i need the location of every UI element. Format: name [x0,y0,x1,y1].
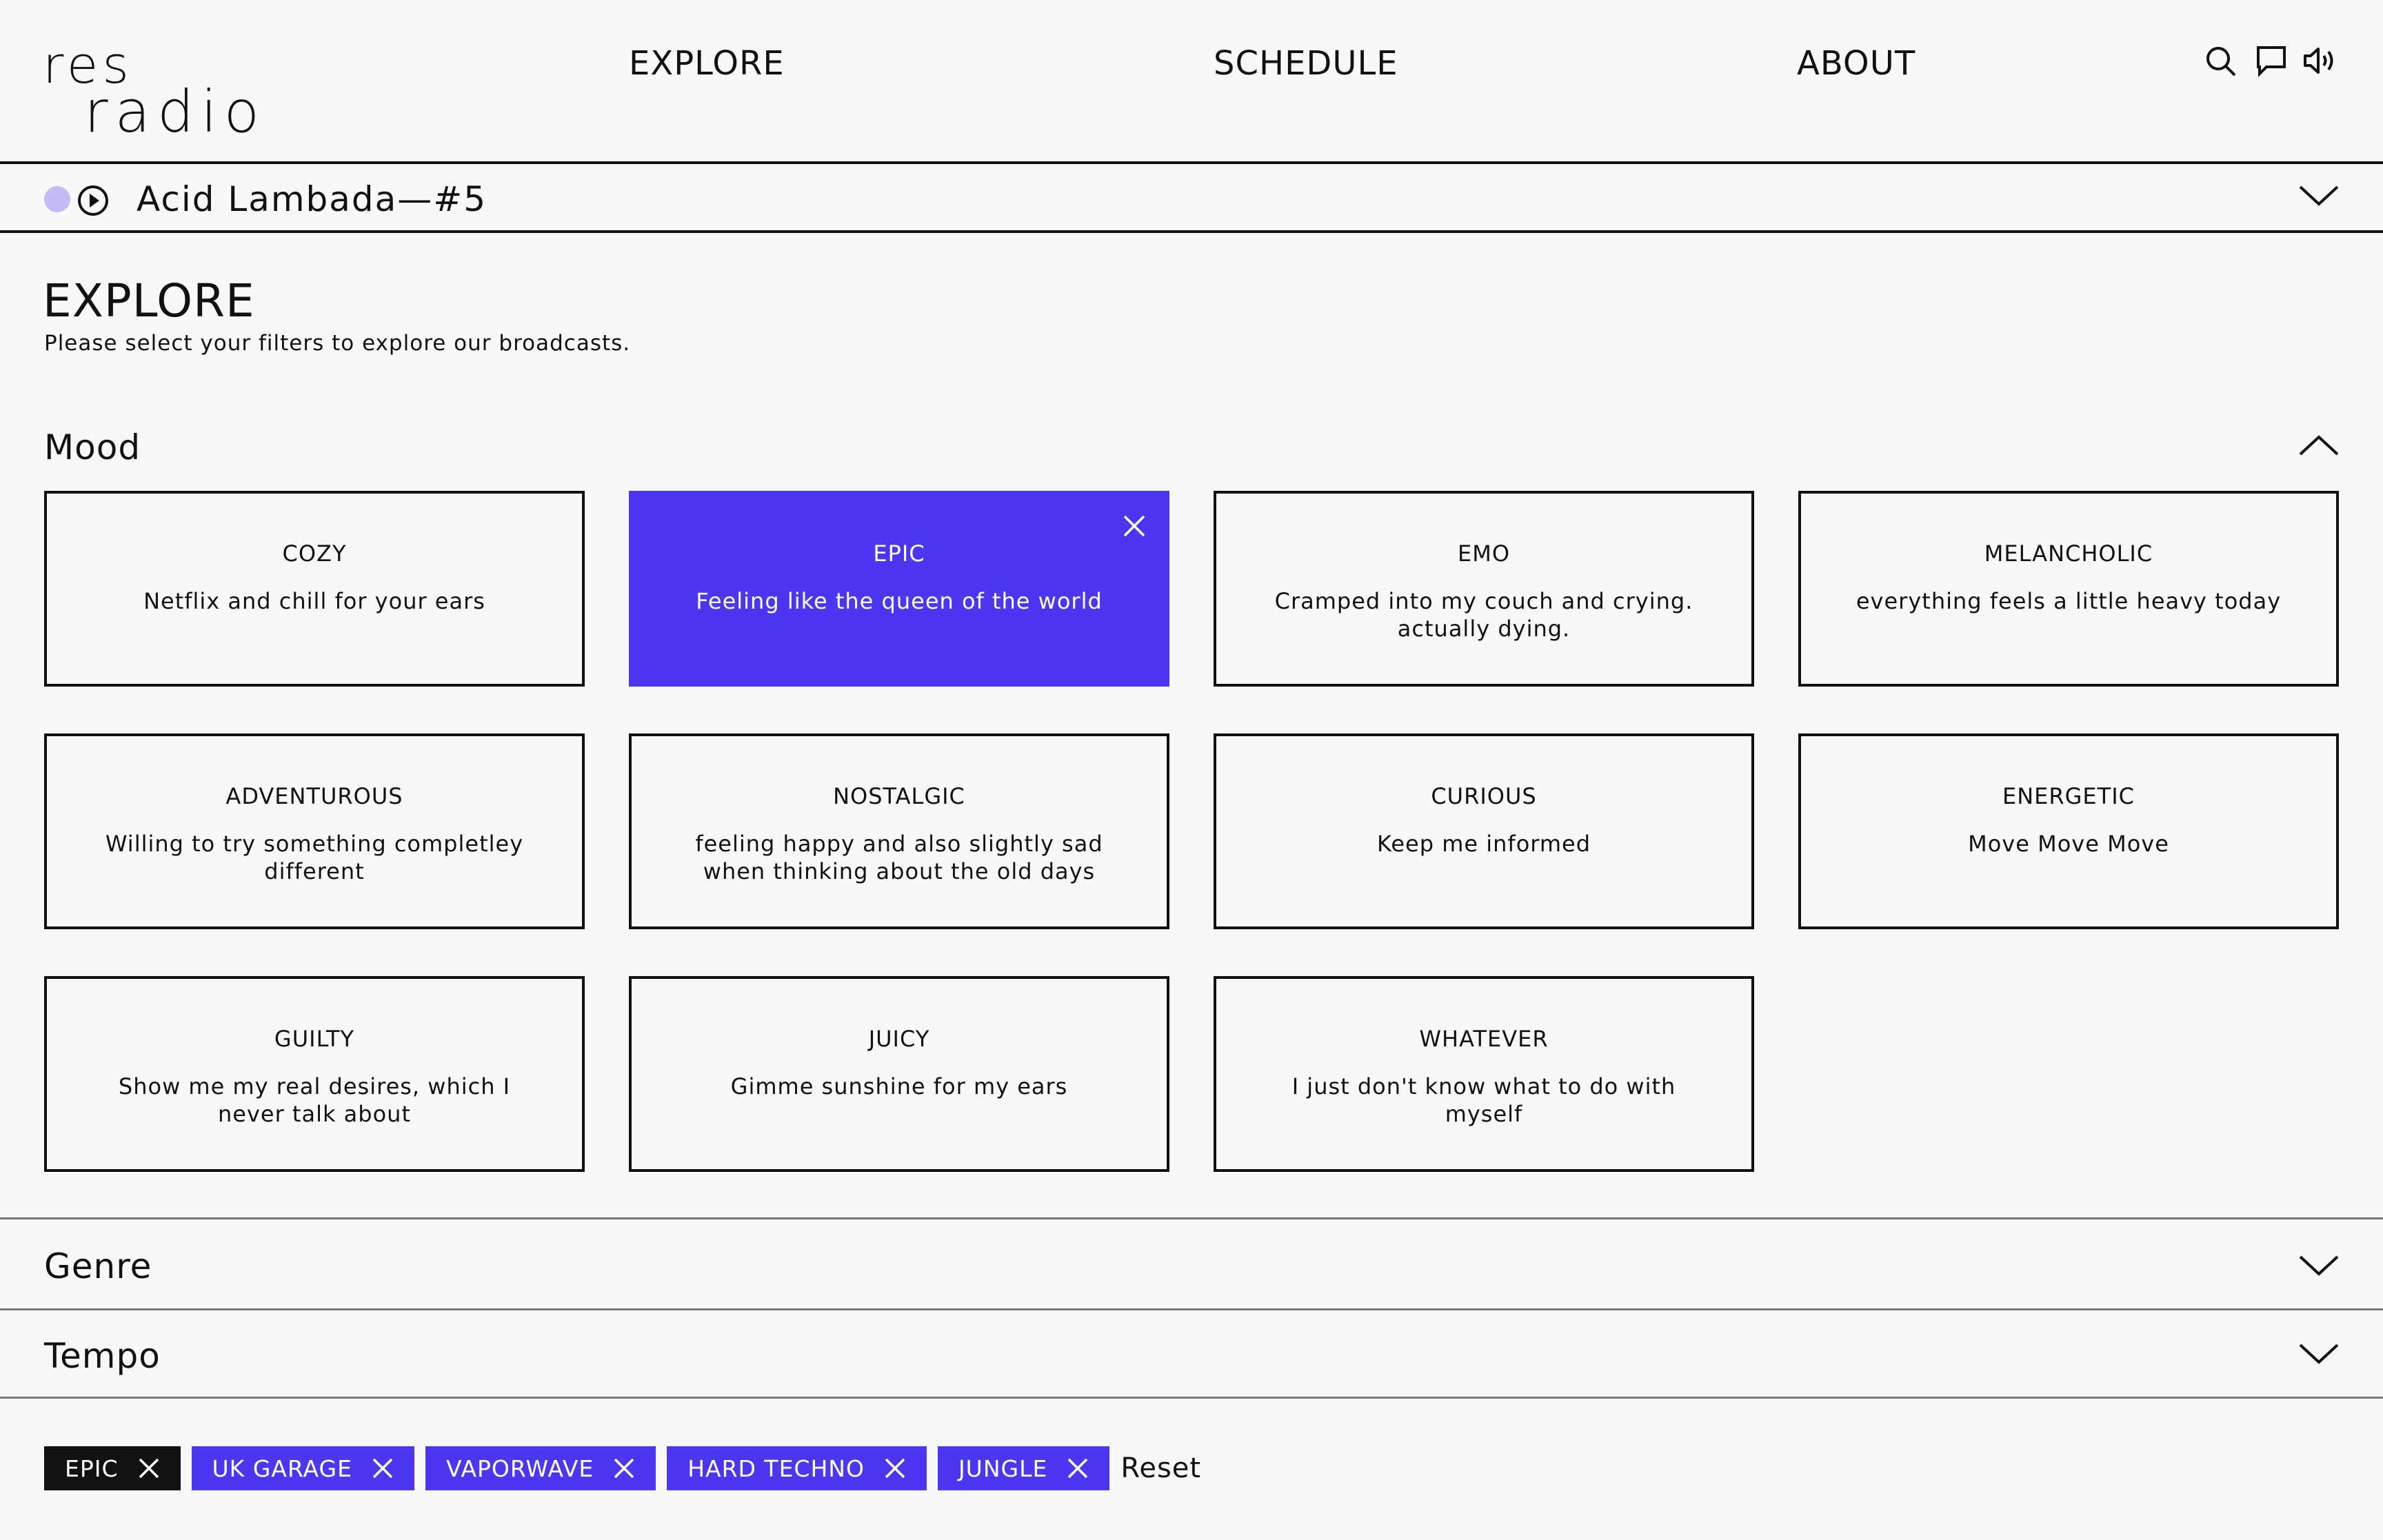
nav-about[interactable]: ABOUT [1797,44,1916,83]
mood-card-energetic[interactable]: ENERGETIC Move Move Move [1798,733,2339,929]
mood-name: MELANCHOLIC [1984,540,2153,567]
mood-card-emo[interactable]: EMO Cramped into my couch and crying. act… [1214,491,1754,687]
close-icon[interactable] [613,1457,635,1479]
mood-name: EMO [1457,540,1510,567]
site-header: res radio EXPLORE SCHEDULE ABOUT [0,0,2383,161]
mood-card-cozy[interactable]: COZY Netflix and chill for your ears [44,491,585,687]
close-icon[interactable] [372,1457,394,1479]
mood-name: ENERGETIC [2002,783,2135,809]
chevron-down-icon[interactable] [2299,185,2339,207]
mood-name: ADVENTUROUS [225,783,403,809]
tempo-section-title[interactable]: Tempo [44,1339,161,1373]
mood-description: everything feels a little heavy today [1856,588,2282,614]
nav-schedule[interactable]: SCHEDULE [1214,44,1398,83]
mood-description: Willing to try something completley diff… [105,831,524,884]
player-divider [0,230,2383,233]
mood-name: COZY [282,540,347,567]
mood-section-divider [0,1217,2383,1219]
genre-section-divider [0,1308,2383,1310]
filter-chip-label: HARD TECHNO [687,1455,865,1482]
close-icon[interactable] [138,1457,160,1479]
page-subtitle: Please select your filters to explore ou… [44,331,631,356]
filter-chip[interactable]: JUNGLE [937,1446,1110,1490]
mood-description: Gimme sunshine for my ears [730,1073,1068,1100]
live-indicator [44,186,70,212]
mood-description: Cramped into my couch and crying. actual… [1274,588,1693,642]
mood-name: GUILTY [274,1026,355,1052]
mood-description: Feeling like the queen of the world [696,588,1103,614]
filter-chip-label: UK GARAGE [212,1455,352,1482]
filter-chip-label: JUNGLE [958,1455,1048,1482]
search-icon[interactable] [2205,45,2237,77]
mood-name: EPIC [873,540,925,567]
mood-description: Keep me informed [1376,831,1591,857]
now-playing-bar: Acid Lambada—#5 [0,164,2383,230]
chevron-down-icon[interactable] [2299,1343,2339,1365]
mood-description: feeling happy and also slightly sad when… [695,831,1103,884]
chat-icon[interactable] [2256,45,2286,77]
tempo-section-divider [0,1397,2383,1399]
mood-card-melancholic[interactable]: MELANCHOLIC everything feels a little hea… [1798,491,2339,687]
active-filters: EPIC UK GARAGE VAPORWAVE HARD TECHNO JUNGLE R… [44,1446,1201,1490]
page-title: EXPLORE [43,274,255,327]
filter-chip[interactable]: HARD TECHNO [667,1446,927,1490]
filter-chip[interactable]: EPIC [44,1446,181,1490]
chevron-up-icon[interactable] [2299,434,2339,456]
close-icon[interactable] [1123,514,1146,538]
close-icon[interactable] [884,1457,906,1479]
now-playing-title: Acid Lambada—#5 [137,179,487,219]
volume-icon[interactable] [2303,45,2337,76]
mood-card-epic[interactable]: EPIC Feeling like the queen of the world [629,491,1169,687]
mood-description: Show me my real desires, which I never t… [118,1073,511,1127]
mood-card-nostalgic[interactable]: NOSTALGIC feeling happy and also slightly… [629,733,1169,929]
mood-description: I just don't know what to do with myself [1291,1073,1676,1127]
filter-chip-label: EPIC [65,1455,119,1482]
filter-chip[interactable]: VAPORWAVE [425,1446,656,1490]
genre-section-title[interactable]: Genre [44,1249,152,1284]
mood-description: Move Move Move [1968,831,2169,857]
mood-name: JUICY [868,1026,930,1052]
mood-card-guilty[interactable]: GUILTY Show me my real desires, which I n… [44,976,585,1172]
mood-name: WHATEVER [1419,1026,1549,1052]
mood-card-curious[interactable]: CURIOUS Keep me informed [1214,733,1754,929]
logo-bottom-text: radio [84,78,267,145]
mood-name: NOSTALGIC [833,783,965,809]
close-icon[interactable] [1067,1457,1089,1479]
mood-description: Netflix and chill for your ears [143,588,485,614]
filter-chip[interactable]: UK GARAGE [191,1446,414,1490]
mood-section-title[interactable]: Mood [44,430,141,465]
mood-grid: COZY Netflix and chill for your ears EPIC F… [44,491,2339,1172]
reset-filters-button[interactable]: Reset [1120,1452,1201,1484]
filter-chip-label: VAPORWAVE [445,1455,594,1482]
mood-card-whatever[interactable]: WHATEVER I just don't know what to do wit… [1214,976,1754,1172]
play-button[interactable] [77,185,109,216]
mood-card-juicy[interactable]: JUICY Gimme sunshine for my ears [629,976,1169,1172]
mood-name: CURIOUS [1431,783,1537,809]
chevron-down-icon[interactable] [2299,1255,2339,1277]
mood-card-adventurous[interactable]: ADVENTUROUS Willing to try something comp… [44,733,585,929]
nav-explore[interactable]: EXPLORE [629,44,785,83]
